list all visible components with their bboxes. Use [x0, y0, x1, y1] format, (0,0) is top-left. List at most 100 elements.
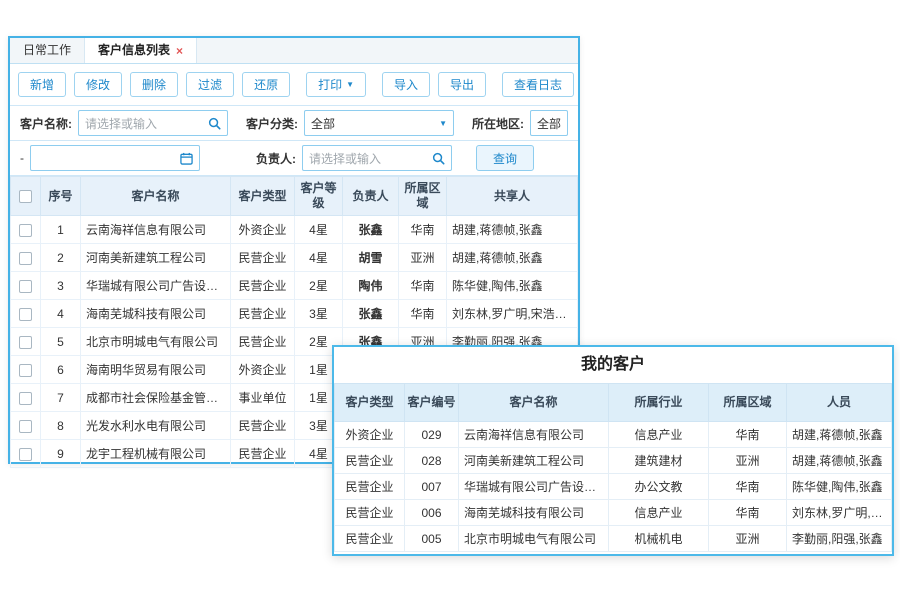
- table-header-row: 序号 客户名称 客户类型 客户等级 负责人 所属区域 共享人: [11, 177, 578, 216]
- row-checkbox[interactable]: [19, 308, 32, 321]
- header-owner: 负责人: [343, 177, 399, 216]
- edit-button[interactable]: 修改: [74, 72, 122, 97]
- customer-category-select[interactable]: 全部 ▼: [304, 110, 454, 136]
- cell-customer-name[interactable]: 华瑞城有限公司广告设计部: [81, 272, 231, 300]
- owner-input[interactable]: 请选择或输入: [302, 145, 452, 171]
- cell-customer-type: 民营企业: [335, 500, 405, 526]
- table-row[interactable]: 民营企业028河南美新建筑工程公司建筑建材亚洲胡建,蒋德帧,张鑫: [335, 448, 892, 474]
- header-customer-type: 客户类型: [231, 177, 295, 216]
- row-checkbox-cell: [11, 412, 41, 440]
- select-all-checkbox[interactable]: [19, 190, 32, 203]
- cell-customer-name[interactable]: 海南芜城科技有限公司: [81, 300, 231, 328]
- cell-region: 华南: [709, 474, 787, 500]
- cell-people: 李勤丽,阳强,张鑫: [787, 526, 892, 552]
- cell-customer-code[interactable]: 005: [405, 526, 459, 552]
- cell-owner[interactable]: 张鑫: [343, 216, 399, 244]
- cell-customer-name[interactable]: 北京市明城电气有限公司: [459, 526, 609, 552]
- add-button[interactable]: 新增: [18, 72, 66, 97]
- header-people: 人员: [787, 384, 892, 422]
- tab-customer-list[interactable]: 客户信息列表 ×: [85, 38, 197, 63]
- region-select[interactable]: 全部: [530, 110, 568, 136]
- cell-share: 陈华健,陶伟,张鑫: [447, 272, 578, 300]
- cell-region: 华南: [399, 300, 447, 328]
- view-log-button[interactable]: 查看日志: [502, 72, 574, 97]
- query-button[interactable]: 查询: [476, 145, 534, 171]
- table-row[interactable]: 1云南海祥信息有限公司外资企业4星张鑫华南胡建,蒋德帧,张鑫: [11, 216, 578, 244]
- filter-button[interactable]: 过滤: [186, 72, 234, 97]
- customer-name-input[interactable]: 请选择或输入: [78, 110, 228, 136]
- tab-daily-work[interactable]: 日常工作: [10, 38, 85, 63]
- row-checkbox[interactable]: [19, 448, 32, 461]
- cell-customer-name[interactable]: 海南芜城科技有限公司: [459, 500, 609, 526]
- cell-index: 8: [41, 412, 81, 440]
- toolbar: 新增 修改 删除 过滤 还原 打印 ▼ 导入 导出 查看日志: [10, 64, 578, 106]
- table-row[interactable]: 外资企业029云南海祥信息有限公司信息产业华南胡建,蒋德帧,张鑫: [335, 422, 892, 448]
- cell-customer-name[interactable]: 云南海祥信息有限公司: [81, 216, 231, 244]
- owner-placeholder: 请选择或输入: [309, 150, 432, 167]
- row-checkbox[interactable]: [19, 252, 32, 265]
- cell-customer-code[interactable]: 029: [405, 422, 459, 448]
- header-industry: 所属行业: [609, 384, 709, 422]
- header-region: 所属区域: [709, 384, 787, 422]
- tab-customer-list-label: 客户信息列表: [98, 38, 170, 63]
- close-icon[interactable]: ×: [176, 45, 183, 57]
- row-checkbox[interactable]: [19, 336, 32, 349]
- cell-index: 7: [41, 384, 81, 412]
- tab-daily-work-label: 日常工作: [23, 43, 71, 57]
- my-customers-title: 我的客户: [334, 347, 892, 383]
- cell-customer-name[interactable]: 云南海祥信息有限公司: [459, 422, 609, 448]
- import-button[interactable]: 导入: [382, 72, 430, 97]
- tab-bar: 日常工作 客户信息列表 ×: [10, 38, 578, 64]
- cell-customer-name[interactable]: 龙宇工程机械有限公司: [81, 440, 231, 468]
- table-row[interactable]: 3华瑞城有限公司广告设计部民营企业2星陶伟华南陈华健,陶伟,张鑫: [11, 272, 578, 300]
- row-checkbox[interactable]: [19, 392, 32, 405]
- table-row[interactable]: 民营企业005北京市明城电气有限公司机械机电亚洲李勤丽,阳强,张鑫: [335, 526, 892, 552]
- cell-customer-code[interactable]: 028: [405, 448, 459, 474]
- owner-label: 负责人:: [256, 150, 296, 167]
- calendar-icon[interactable]: [180, 152, 193, 165]
- cell-customer-name[interactable]: 光发水利水电有限公司: [81, 412, 231, 440]
- table-row[interactable]: 民营企业006海南芜城科技有限公司信息产业华南刘东林,罗广明,宋浩然...: [335, 500, 892, 526]
- table-row[interactable]: 民营企业007华瑞城有限公司广告设计部办公文教华南陈华健,陶伟,张鑫: [335, 474, 892, 500]
- cell-customer-name[interactable]: 海南明华贸易有限公司: [81, 356, 231, 384]
- cell-customer-name[interactable]: 成都市社会保险基金管理...: [81, 384, 231, 412]
- cell-region: 亚洲: [709, 526, 787, 552]
- cell-customer-type: 外资企业: [335, 422, 405, 448]
- my-customers-table: 客户类型 客户编号 客户名称 所属行业 所属区域 人员 外资企业029云南海祥信…: [334, 383, 892, 552]
- date-input[interactable]: [30, 145, 200, 171]
- header-share: 共享人: [447, 177, 578, 216]
- row-checkbox[interactable]: [19, 224, 32, 237]
- cell-customer-type: 民营企业: [231, 244, 295, 272]
- table-row[interactable]: 2河南美新建筑工程公司民营企业4星胡雪亚洲胡建,蒋德帧,张鑫: [11, 244, 578, 272]
- header-customer-name: 客户名称: [459, 384, 609, 422]
- row-checkbox-cell: [11, 272, 41, 300]
- row-checkbox-cell: [11, 328, 41, 356]
- cell-customer-code[interactable]: 007: [405, 474, 459, 500]
- cell-index: 3: [41, 272, 81, 300]
- export-button[interactable]: 导出: [438, 72, 486, 97]
- cell-customer-code[interactable]: 006: [405, 500, 459, 526]
- customer-category-label: 客户分类:: [246, 115, 298, 132]
- cell-customer-name[interactable]: 河南美新建筑工程公司: [81, 244, 231, 272]
- cell-owner[interactable]: 陶伟: [343, 272, 399, 300]
- cell-customer-name[interactable]: 河南美新建筑工程公司: [459, 448, 609, 474]
- row-checkbox[interactable]: [19, 280, 32, 293]
- row-checkbox[interactable]: [19, 420, 32, 433]
- cell-customer-type: 外资企业: [231, 216, 295, 244]
- filter-row-1: 客户名称: 请选择或输入 客户分类: 全部 ▼ 所在地区: 全部: [10, 106, 578, 141]
- cell-index: 9: [41, 440, 81, 468]
- cell-owner[interactable]: 胡雪: [343, 244, 399, 272]
- cell-customer-name[interactable]: 北京市明城电气有限公司: [81, 328, 231, 356]
- cell-customer-name[interactable]: 华瑞城有限公司广告设计部: [459, 474, 609, 500]
- print-button[interactable]: 打印 ▼: [306, 72, 366, 97]
- print-button-label: 打印: [318, 76, 342, 93]
- cell-customer-type: 民营企业: [231, 412, 295, 440]
- search-icon[interactable]: [208, 117, 221, 130]
- cell-owner[interactable]: 张鑫: [343, 300, 399, 328]
- search-icon[interactable]: [432, 152, 445, 165]
- row-checkbox-cell: [11, 356, 41, 384]
- delete-button[interactable]: 删除: [130, 72, 178, 97]
- row-checkbox[interactable]: [19, 364, 32, 377]
- table-row[interactable]: 4海南芜城科技有限公司民营企业3星张鑫华南刘东林,罗广明,宋浩然,张鑫: [11, 300, 578, 328]
- restore-button[interactable]: 还原: [242, 72, 290, 97]
